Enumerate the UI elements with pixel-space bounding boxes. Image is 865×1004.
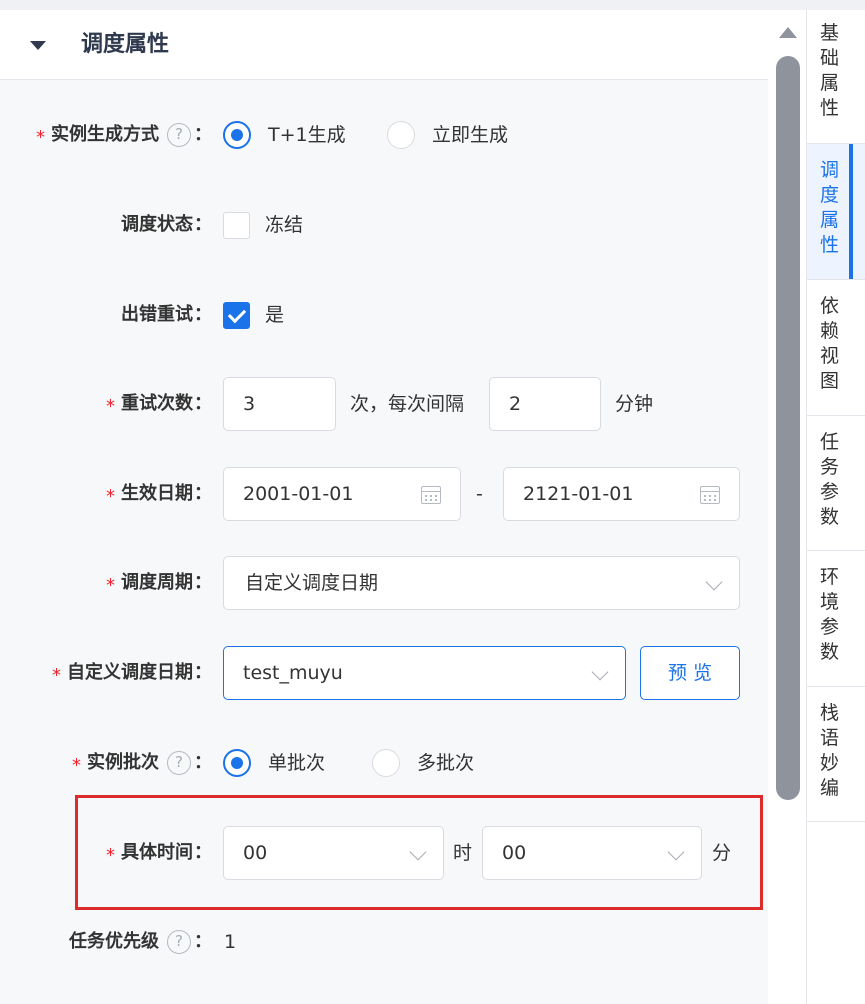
custom-date-select[interactable]: test_muyu	[223, 646, 626, 700]
field-label: * 调度周期 ：	[106, 556, 212, 610]
side-nav: 基础属性 调度属性 依赖视图 任务参数 环境参数 栈语妙编	[806, 10, 865, 1004]
minute-select[interactable]: 00	[482, 826, 702, 880]
field-label: * 具体时间 ：	[106, 826, 212, 880]
priority-value: 1	[224, 931, 237, 953]
retry-count-unit: 次，每次间隔	[350, 393, 465, 415]
required-mark: *	[106, 575, 115, 596]
required-mark: *	[52, 665, 61, 686]
radio-immediate-label[interactable]: 立即生成	[432, 108, 508, 162]
form-row-priority: 任务优先级 ? ： 1	[0, 915, 768, 969]
radio-t1-label[interactable]: T+1生成	[268, 108, 346, 162]
calendar-icon[interactable]	[700, 486, 720, 504]
form-row-status: 调度状态 ： 冻结	[0, 198, 768, 252]
form-row-retry: 出错重试 ： 是	[0, 288, 768, 342]
field-label: 调度状态 ：	[121, 214, 212, 235]
chevron-down-icon[interactable]	[705, 573, 723, 591]
freeze-checkbox[interactable]	[223, 212, 250, 239]
section-title: 调度属性	[81, 32, 170, 57]
side-nav-item-dependency[interactable]: 依赖视图	[807, 280, 865, 416]
retry-checkbox-label[interactable]: 是	[265, 288, 284, 342]
minute-unit: 分	[712, 842, 732, 864]
radio-immediate[interactable]	[387, 121, 415, 149]
radio-single-batch[interactable]	[223, 749, 251, 777]
form-row-effective-date: * 生效日期 ： 2001-01-01 - 2121-01-01	[0, 467, 768, 521]
start-date-input[interactable]: 2001-01-01	[223, 467, 461, 521]
chevron-down-icon[interactable]	[667, 843, 685, 861]
field-label: * 实例批次 ? ：	[72, 736, 212, 790]
field-label: 出错重试 ：	[121, 304, 212, 325]
field-label: * 生效日期 ：	[106, 467, 212, 521]
retry-interval-unit: 分钟	[615, 393, 654, 415]
side-nav-item-schedule[interactable]: 调度属性	[807, 144, 865, 280]
hour-select[interactable]: 00	[223, 826, 444, 880]
scroll-up-arrow-icon[interactable]	[779, 27, 797, 38]
side-nav-item-env-params[interactable]: 环境参数	[807, 551, 865, 687]
form-row-time: * 具体时间 ： 00 时 00 分	[0, 826, 768, 880]
form-row-period: * 调度周期 ： 自定义调度日期	[0, 556, 768, 610]
help-icon[interactable]: ?	[167, 930, 191, 954]
side-nav-item-task-params[interactable]: 任务参数	[807, 416, 865, 551]
required-mark: *	[106, 845, 115, 866]
preview-button[interactable]: 预 览	[640, 646, 740, 700]
field-label: * 实例生成方式 ? ：	[36, 108, 212, 162]
radio-t1[interactable]	[223, 121, 251, 149]
calendar-icon[interactable]	[421, 486, 441, 504]
radio-single-batch-label[interactable]: 单批次	[268, 736, 325, 790]
retry-checkbox[interactable]	[223, 302, 250, 329]
form-row-retry-count: * 重试次数 ： 3 次，每次间隔 2 分钟	[0, 377, 768, 431]
radio-multi-batch-label[interactable]: 多批次	[417, 736, 474, 790]
form-row-custom-date: * 自定义调度日期 ： test_muyu 预 览	[0, 646, 768, 700]
caret-down-icon[interactable]	[30, 41, 46, 50]
scrollbar[interactable]	[768, 10, 806, 1004]
freeze-checkbox-label[interactable]: 冻结	[265, 198, 303, 252]
section-header[interactable]: 调度属性	[0, 10, 768, 80]
required-mark: *	[106, 486, 115, 507]
form-row-batch: * 实例批次 ? ： 单批次 多批次	[0, 736, 768, 790]
period-select[interactable]: 自定义调度日期	[223, 556, 740, 610]
side-nav-item-basic[interactable]: 基础属性	[807, 10, 865, 144]
required-mark: *	[72, 755, 81, 776]
required-mark: *	[106, 396, 115, 417]
chevron-down-icon[interactable]	[409, 843, 427, 861]
field-label: * 重试次数 ：	[106, 377, 212, 431]
chevron-down-icon[interactable]	[591, 663, 609, 681]
form-row-generation: * 实例生成方式 ? ： T+1生成 立即生成	[0, 108, 768, 162]
side-nav-item-stack[interactable]: 栈语妙编	[807, 687, 865, 822]
retry-count-input[interactable]: 3	[223, 377, 336, 431]
radio-multi-batch[interactable]	[372, 749, 400, 777]
help-icon[interactable]: ?	[167, 751, 191, 775]
hour-unit: 时	[453, 842, 473, 864]
date-separator: -	[476, 483, 483, 505]
scrollbar-thumb[interactable]	[776, 56, 800, 800]
end-date-input[interactable]: 2121-01-01	[503, 467, 740, 521]
required-mark: *	[36, 127, 45, 148]
help-icon[interactable]: ?	[167, 123, 191, 147]
field-label: * 自定义调度日期 ：	[52, 646, 212, 700]
retry-interval-input[interactable]: 2	[489, 377, 601, 431]
field-label: 任务优先级 ? ：	[69, 930, 212, 954]
